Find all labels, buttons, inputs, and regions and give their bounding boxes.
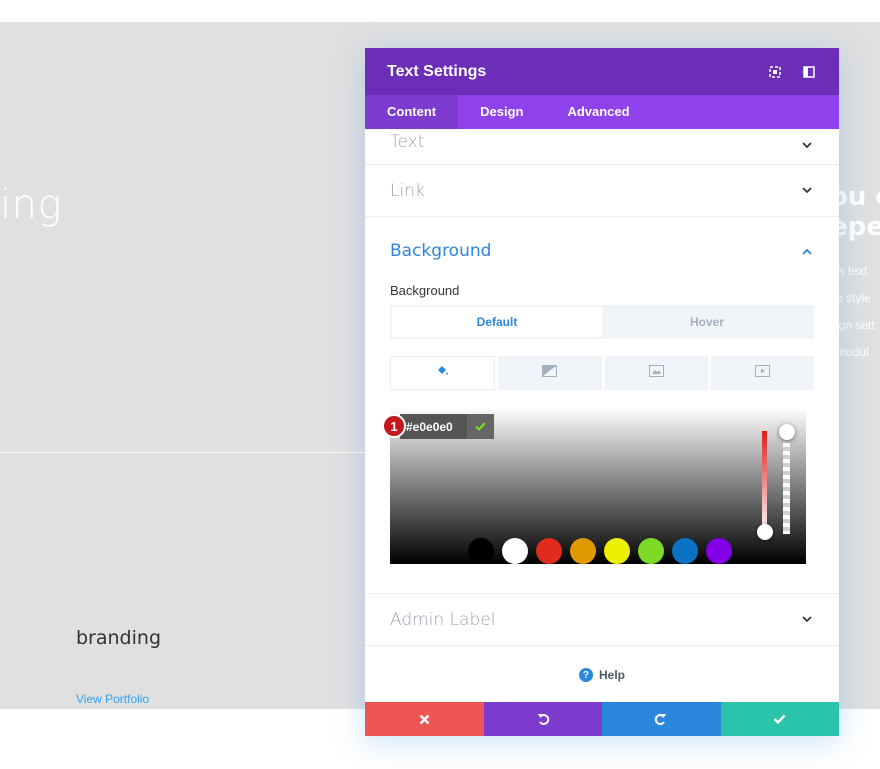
type-tab-image[interactable] xyxy=(604,356,708,390)
swatch-yellow[interactable] xyxy=(604,538,630,564)
redo-button[interactable] xyxy=(602,702,721,736)
text-settings-modal: Text Settings Content Design Advanced Te… xyxy=(365,48,839,736)
undo-button[interactable] xyxy=(483,702,602,736)
close-icon xyxy=(419,714,430,724)
state-tabs: Default Hover xyxy=(390,305,814,339)
help-link[interactable]: ? Help xyxy=(365,668,839,682)
background-right-text: is text xyxy=(836,264,868,278)
redo-icon xyxy=(655,714,667,725)
section-text[interactable]: Text xyxy=(365,129,839,165)
color-swatches xyxy=(468,538,732,564)
chevron-down-icon xyxy=(800,184,814,198)
hue-slider[interactable] xyxy=(762,431,767,534)
sidebar-layout-icon[interactable] xyxy=(801,64,817,80)
hex-value: #e0e0e0 xyxy=(406,419,453,434)
hue-slider-handle[interactable] xyxy=(757,524,773,540)
section-link[interactable]: Link xyxy=(365,165,839,217)
swatch-orange[interactable] xyxy=(570,538,596,564)
swatch-red[interactable] xyxy=(536,538,562,564)
type-tab-color[interactable] xyxy=(390,356,496,390)
chevron-down-icon xyxy=(800,138,814,152)
undo-icon xyxy=(537,714,549,725)
swatch-black[interactable] xyxy=(468,538,494,564)
check-icon xyxy=(773,714,786,724)
chevron-up-icon xyxy=(800,244,814,258)
section-background-title: Background xyxy=(390,241,492,261)
opacity-slider[interactable] xyxy=(783,431,790,534)
section-admin-label[interactable]: Admin Label xyxy=(365,594,839,646)
swatch-white[interactable] xyxy=(502,538,528,564)
swatch-blue[interactable] xyxy=(672,538,698,564)
background-heading: ing xyxy=(0,182,62,228)
background-field-label: Background xyxy=(390,283,460,298)
expand-icon[interactable] xyxy=(767,64,783,80)
tab-content[interactable]: Content xyxy=(365,95,459,129)
section-background-header[interactable]: Background xyxy=(390,217,814,285)
background-right-text: ign sett xyxy=(836,318,875,332)
opacity-slider-handle[interactable] xyxy=(779,424,795,440)
video-icon xyxy=(754,364,770,382)
image-icon xyxy=(648,364,664,382)
help-label: Help xyxy=(598,668,625,682)
confirm-color-button[interactable] xyxy=(467,414,494,439)
section-admin-label-title: Admin Label xyxy=(390,609,496,630)
background-right-text: o style xyxy=(836,291,871,305)
modal-footer xyxy=(365,702,839,736)
background-divider xyxy=(0,452,365,453)
view-portfolio-link[interactable]: View Portfolio xyxy=(76,692,149,706)
save-button[interactable] xyxy=(720,702,839,736)
state-tab-hover[interactable]: Hover xyxy=(602,307,812,337)
modal-header[interactable]: Text Settings xyxy=(365,48,839,95)
tab-advanced[interactable]: Advanced xyxy=(545,95,651,129)
settings-tabs: Content Design Advanced xyxy=(365,95,839,129)
background-type-tabs xyxy=(390,356,814,390)
hex-color-input[interactable]: #e0e0e0 xyxy=(400,414,494,439)
discard-button[interactable] xyxy=(365,702,484,736)
section-link-title: Link xyxy=(390,180,425,201)
check-icon xyxy=(475,422,486,431)
swatch-purple[interactable] xyxy=(706,538,732,564)
modal-title: Text Settings xyxy=(387,62,487,80)
background-right-text: modul xyxy=(836,345,869,359)
background-branding-text: branding xyxy=(76,627,161,649)
type-tab-video[interactable] xyxy=(710,356,814,390)
tab-design[interactable]: Design xyxy=(458,95,545,129)
paint-bucket-icon xyxy=(436,364,450,382)
step-badge: 1 xyxy=(382,414,406,438)
section-background: Background Background Default Hover #e0e… xyxy=(365,217,839,594)
type-tab-gradient[interactable] xyxy=(498,356,602,390)
section-text-title: Text xyxy=(390,132,425,152)
chevron-down-icon xyxy=(800,613,814,627)
help-icon: ? xyxy=(578,668,593,682)
state-tab-default[interactable]: Default xyxy=(392,307,602,337)
swatch-green[interactable] xyxy=(638,538,664,564)
gradient-icon xyxy=(542,364,558,382)
